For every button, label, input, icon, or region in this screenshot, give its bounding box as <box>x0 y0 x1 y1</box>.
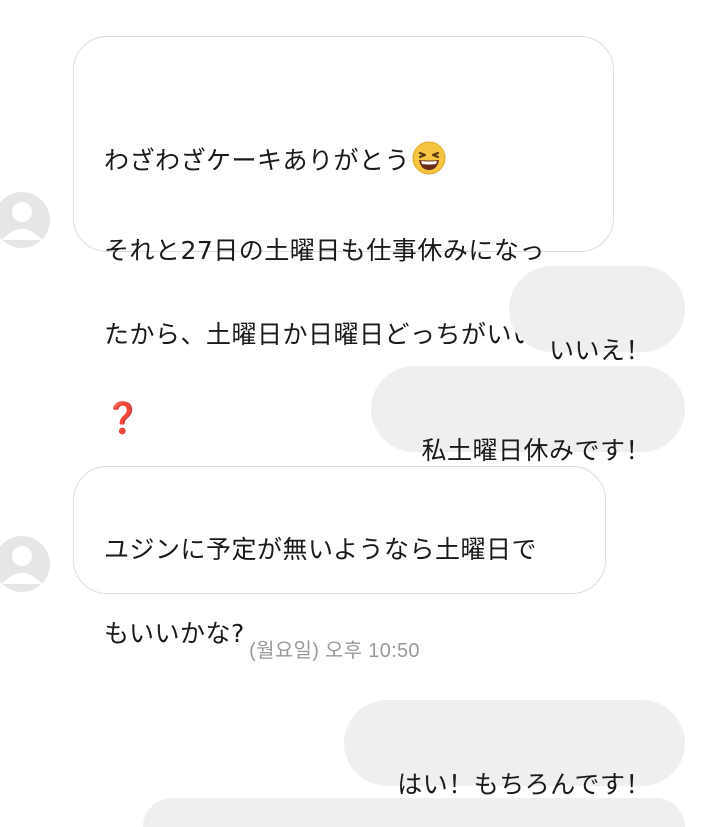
avatar[interactable] <box>0 532 52 596</box>
message-text: いいえ！ <box>548 336 651 365</box>
laughing-face-emoji-icon <box>412 99 446 188</box>
outgoing-message-bubble[interactable]: いいえ！ <box>509 266 685 365</box>
avatar[interactable] <box>0 188 52 252</box>
incoming-message-bubble[interactable]: わざわざケーキありがとう それと27日の土曜日も仕事休みになっ たから、土曜日か… <box>73 36 614 436</box>
message-line: わざわざケーキありがとう <box>104 99 585 188</box>
outgoing-message-bubble[interactable]: 私土曜日休みです！ <box>371 366 685 465</box>
message-line: それと27日の土曜日も仕事休みになっ <box>104 236 545 265</box>
red-question-mark-icon: ❓ <box>104 401 142 436</box>
default-avatar-icon <box>0 192 50 248</box>
message-text: 私土曜日休みです！ <box>421 436 651 465</box>
message-line: ユジンに予定が無いようなら土曜日で <box>104 535 538 564</box>
incoming-message-bubble[interactable]: ユジンに予定が無いようなら土曜日で もいいかな? <box>73 466 606 648</box>
message-timestamp: (월요일) 오후 10:50 <box>249 640 420 662</box>
outgoing-message-bubble[interactable]: はい！もちろんです！ <box>344 700 685 799</box>
message-text: はい！もちろんです！ <box>397 770 651 799</box>
default-avatar-icon <box>0 536 50 592</box>
outgoing-message-bubble-partial[interactable] <box>143 798 685 827</box>
